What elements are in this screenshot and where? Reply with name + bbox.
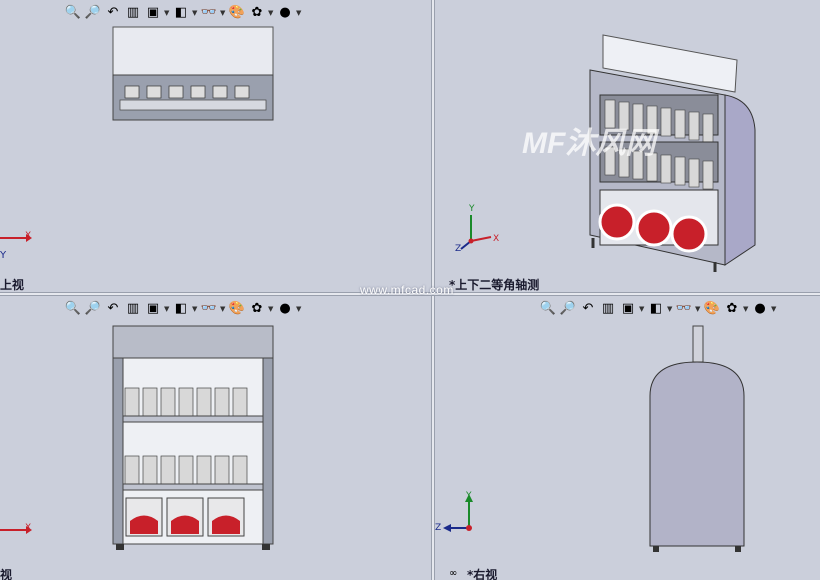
top-sign-panel [112, 325, 274, 359]
view-label: *上下二等角轴测 [449, 278, 540, 292]
view-label: 前视 [0, 568, 13, 580]
axis-z-label: Z [435, 523, 442, 533]
view-label: 上视 [0, 278, 25, 292]
sign-post [692, 325, 704, 363]
watermark-logo: MF沐风网 [522, 127, 656, 160]
axis-x-label: X [25, 523, 32, 533]
link-view-icon: ∞ [449, 568, 458, 579]
bottom-shelf-jugs [598, 189, 719, 253]
viewport-top-view[interactable]: 🔍 🔎 ↶ ▥ ▣ ▼ ◧ ▼ 👓 ▼ 🎨 ✿ ▼ ● ▼ Y X 上视 [0, 0, 431, 292]
cabinet-side-profile [649, 361, 745, 547]
top-panel [112, 26, 274, 76]
axis-triad [443, 494, 473, 532]
middle-shelf-bottles [124, 455, 248, 485]
top-view-drawing [112, 26, 274, 121]
axis-y-label: Y [469, 204, 475, 214]
axis-y-label: Y [466, 491, 472, 501]
shelf-edge [119, 99, 267, 111]
axis-triad [460, 215, 492, 250]
axis-triad [0, 526, 32, 534]
view-label: *右视 [467, 568, 498, 580]
axis-z-label: Z [455, 244, 462, 254]
axis-y-label: Y [0, 250, 7, 261]
viewport-right-view[interactable]: 🔍 🔎 ↶ ▥ ▣ ▼ ◧ ▼ 👓 ▼ 🎨 ✿ ▼ ● ▼ Y Z ∞ *右视 [435, 296, 820, 580]
axis-triad: Y [0, 234, 32, 261]
watermark-site: www.mfcad.com [360, 283, 454, 297]
axis-x-label: X [493, 234, 500, 244]
upper-shelf-bottles [124, 387, 248, 417]
axis-x-label: X [25, 231, 32, 241]
viewport-front-view[interactable]: 🔍 🔎 ↶ ▥ ▣ ▼ ◧ ▼ 👓 ▼ 🎨 ✿ ▼ ● ▼ X 视 [0, 296, 431, 580]
front-view-drawing [112, 325, 274, 550]
cabinet-side [724, 94, 756, 266]
bottom-shelf-jugs [125, 497, 245, 537]
